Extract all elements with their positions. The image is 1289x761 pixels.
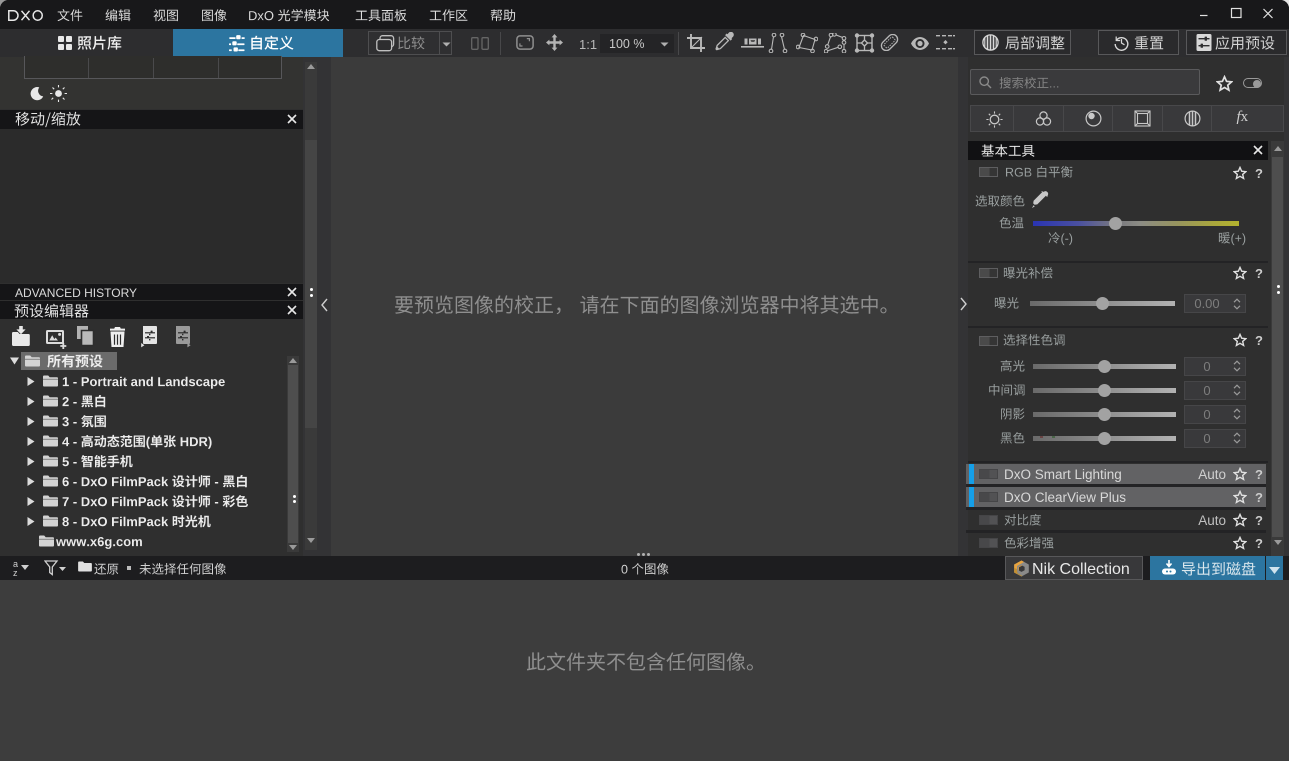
svg-text:z: z: [13, 568, 18, 577]
